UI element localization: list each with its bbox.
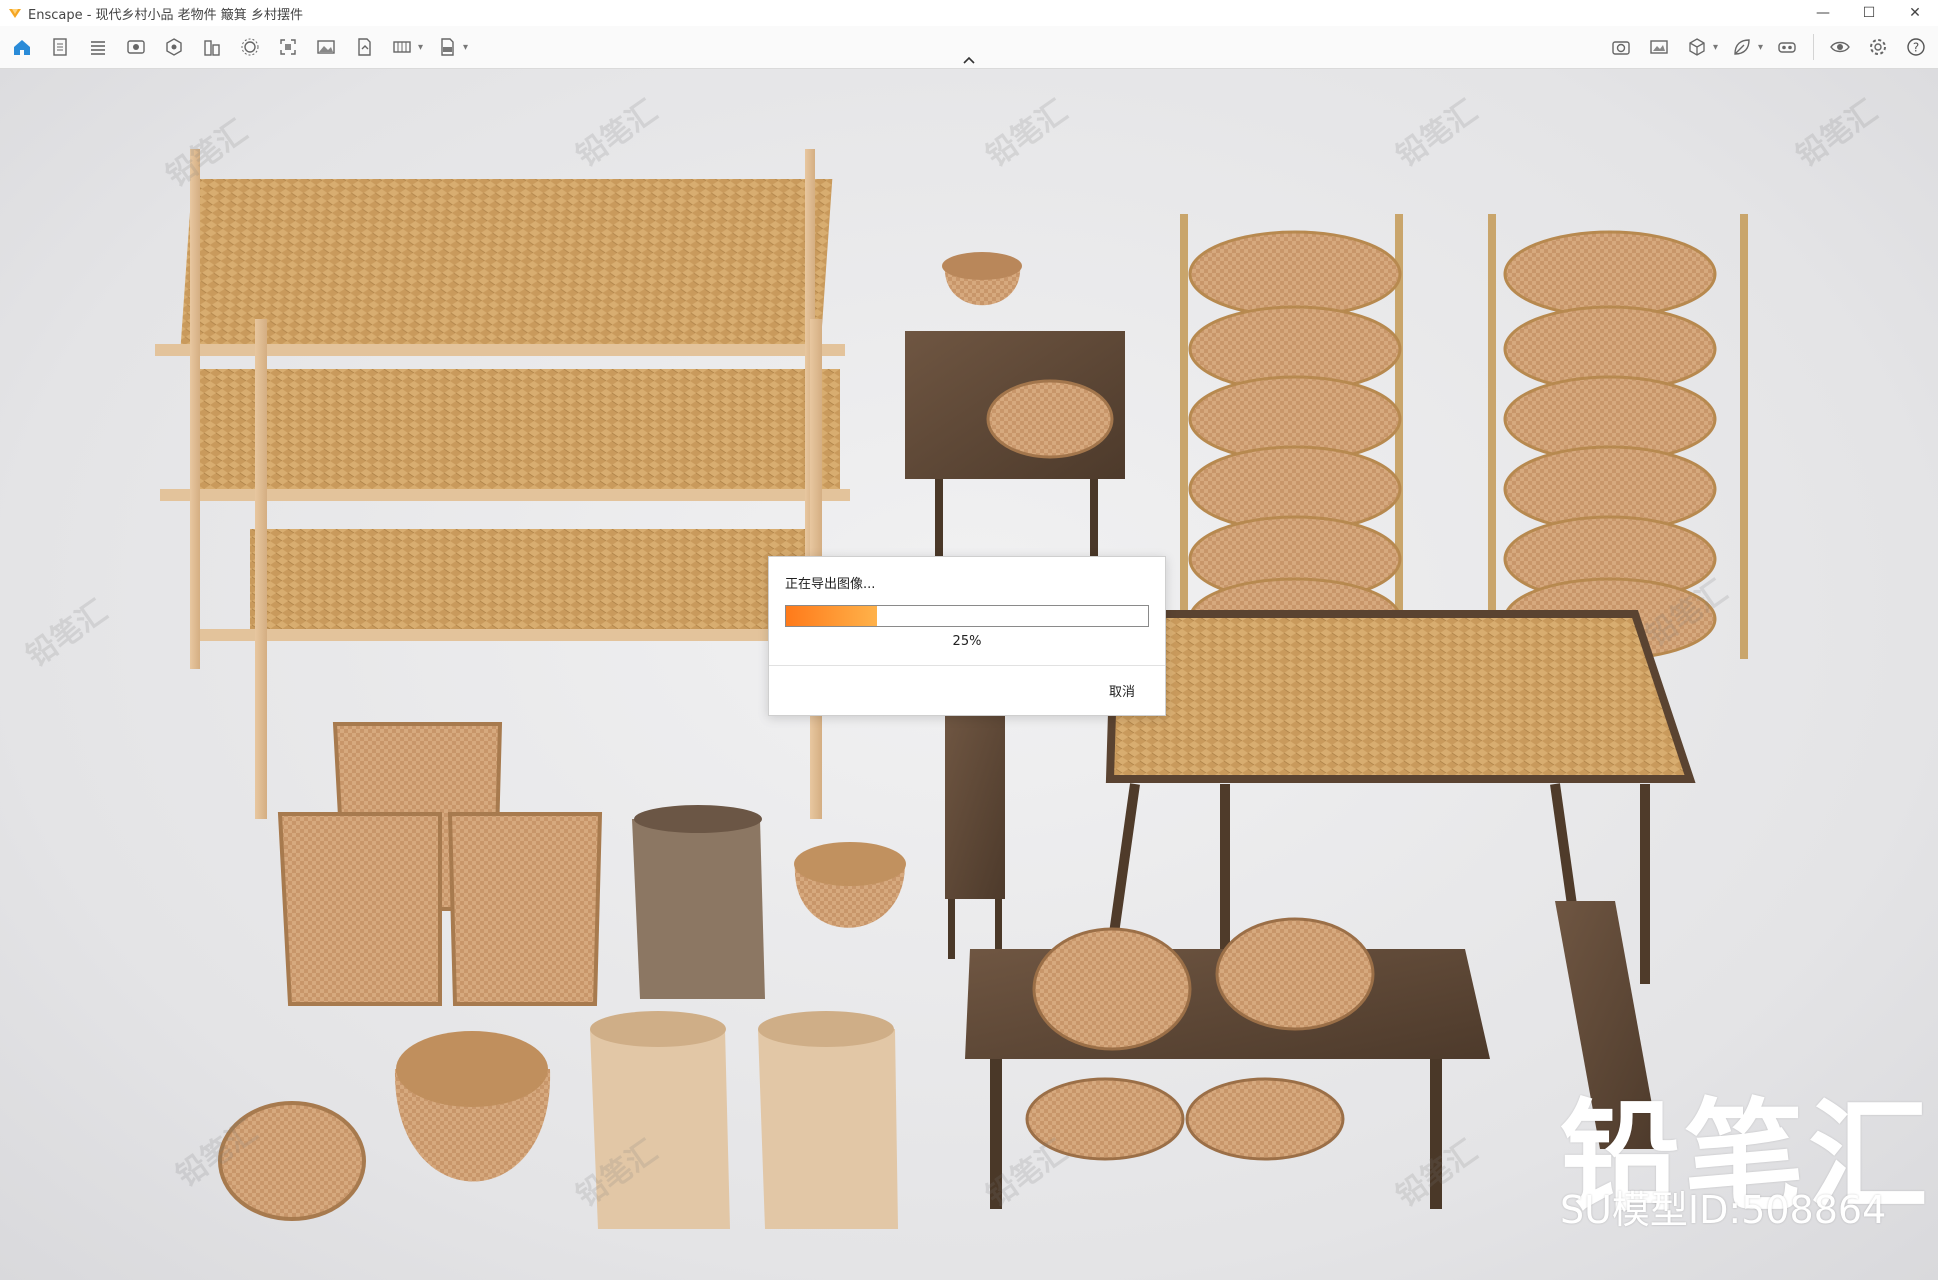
- image-button[interactable]: [310, 31, 342, 63]
- screenshot-icon: [1650, 40, 1668, 54]
- settings-icon: [1870, 39, 1886, 55]
- progress-fill: [786, 606, 877, 626]
- leaf-button[interactable]: [1726, 31, 1758, 63]
- exe-export-dropdown-icon[interactable]: ▾: [463, 42, 468, 53]
- stacked-baskets: [277, 722, 603, 1006]
- home-button[interactable]: [6, 31, 38, 63]
- cube-icon: [1689, 38, 1705, 56]
- wooden-bucket-2: [758, 1011, 898, 1229]
- building-button[interactable]: [196, 31, 228, 63]
- screenshot-button[interactable]: [1643, 31, 1675, 63]
- capture-icon: [280, 39, 296, 55]
- toolbar-right-group: ▾ ▾ ?: [1605, 30, 1932, 64]
- bamboo-tray-rack-1: [1180, 214, 1403, 661]
- progress-percent: 25%: [952, 634, 982, 649]
- model-id-label: SU模型ID:508864: [1560, 1188, 1887, 1232]
- toolbar-left-group: ▾ ▾: [6, 30, 470, 64]
- list-button[interactable]: [82, 31, 114, 63]
- capture-button[interactable]: [272, 31, 304, 63]
- sun-settings-icon: [241, 38, 259, 56]
- exe-export-button[interactable]: [431, 31, 463, 63]
- leaf-dropdown-icon[interactable]: ▾: [1758, 42, 1763, 53]
- asset-library-button[interactable]: [158, 31, 190, 63]
- small-round-basket: [794, 842, 906, 928]
- camera-button[interactable]: [1605, 31, 1637, 63]
- toolbar-separator: [1813, 34, 1814, 60]
- image-icon: [317, 40, 335, 54]
- eye-button[interactable]: [1824, 31, 1856, 63]
- window-title: Enscape - 现代乡村小品 老物件 簸箕 乡村摆件: [28, 7, 303, 23]
- help-button[interactable]: ?: [1900, 31, 1932, 63]
- minimize-button[interactable]: —: [1800, 0, 1846, 26]
- file-export-button[interactable]: [348, 31, 380, 63]
- cube-button[interactable]: [1681, 31, 1713, 63]
- panorama-dropdown-icon[interactable]: ▾: [418, 42, 423, 53]
- dialog-title: 正在导出图像...: [785, 577, 876, 592]
- toolbar: ▾ ▾ ▾ ▾ ?: [0, 26, 1938, 69]
- view-icon: [127, 40, 145, 54]
- svg-text:?: ?: [1913, 41, 1919, 55]
- close-button[interactable]: ✕: [1892, 0, 1938, 26]
- title-bar: Enscape - 现代乡村小品 老物件 簸箕 乡村摆件 — ☐ ✕: [0, 0, 1938, 26]
- wooden-bench: [945, 714, 1005, 959]
- panorama-button[interactable]: [386, 31, 418, 63]
- sun-settings-button[interactable]: [234, 31, 266, 63]
- enscape-logo-icon: [8, 6, 22, 20]
- list-icon: [91, 41, 105, 55]
- vr-headset-button[interactable]: [1771, 31, 1803, 63]
- export-progress-bar: [785, 605, 1149, 627]
- asset-icon: [166, 38, 182, 56]
- cancel-button[interactable]: 取消: [1109, 681, 1135, 700]
- help-icon: ?: [1907, 38, 1925, 56]
- vr-headset-icon: [1778, 42, 1796, 53]
- document-button[interactable]: [44, 31, 76, 63]
- dialog-separator: [769, 665, 1165, 666]
- settings-button[interactable]: [1862, 31, 1894, 63]
- camera-icon: [1612, 41, 1630, 55]
- file-export-icon: [358, 38, 371, 56]
- drying-rack: [155, 149, 850, 819]
- panorama-icon: [393, 41, 411, 53]
- round-basket: [394, 1031, 551, 1182]
- cube-dropdown-icon[interactable]: ▾: [1713, 42, 1718, 53]
- collapse-toolbar-icon[interactable]: [958, 54, 980, 66]
- leaf-icon: [1734, 39, 1750, 55]
- eye-icon: [1830, 41, 1850, 53]
- export-progress-dialog: 正在导出图像... 25% 取消: [768, 556, 1166, 716]
- view-button[interactable]: [120, 31, 152, 63]
- window-controls: — ☐ ✕: [1800, 0, 1938, 26]
- document-icon: [53, 38, 67, 56]
- building-icon: [204, 40, 220, 56]
- maximize-button[interactable]: ☐: [1846, 0, 1892, 26]
- exe-export-icon: [441, 38, 454, 56]
- home-icon: [14, 40, 30, 55]
- wooden-barrel: [632, 805, 765, 999]
